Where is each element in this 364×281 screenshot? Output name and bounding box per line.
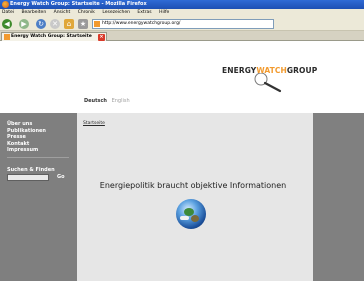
window-title: Energy Watch Group: Startseite - Mozilla… [10,1,147,7]
back-arrow-icon[interactable]: ◀ [2,19,12,29]
sidebar-item-impressum[interactable]: Impressum [7,147,46,154]
sidebar-menu: Über uns Publikationen Presse Kontakt Im… [7,121,46,154]
globe-land-shape [191,215,199,222]
right-sidebar [313,113,364,281]
language-deutsch[interactable]: Deutsch [84,98,107,104]
tab-favicon-icon [4,34,10,40]
logo-suffix: GROUP [286,66,318,75]
home-icon[interactable]: ⌂ [64,19,74,29]
tab-startseite[interactable]: Energy Watch Group: Startseite × [1,32,107,41]
close-tab-icon[interactable]: × [98,34,105,41]
sidebar-divider [7,157,69,158]
navigation-toolbar: ◀ ▶ ↻ ✕ ⌂ ★ http://www.energywatchgroup.… [0,17,364,31]
menu-hilfe[interactable]: Hilfe [159,10,169,15]
menu-ansicht[interactable]: Ansicht [54,10,71,15]
language-english[interactable]: English [112,98,130,104]
site-favicon-icon [94,21,100,27]
main-content: Startseite Energiepolitik braucht objekt… [77,113,313,281]
menu-bar: Datei Bearbeiten Ansicht Chronik Lesezei… [0,9,364,17]
menu-datei[interactable]: Datei [2,10,14,15]
menu-bearbeiten[interactable]: Bearbeiten [21,10,46,15]
url-bar[interactable]: http://www.energywatchgroup.org/ [92,19,274,29]
search-go-button[interactable]: Go [57,174,65,180]
earth-globe-icon [176,199,206,229]
tab-label: Energy Watch Group: Startseite [11,34,92,39]
bookmark-icon[interactable]: ★ [78,19,88,29]
page-headline: Energiepolitik braucht objektive Informa… [99,181,287,190]
url-text: http://www.energywatchgroup.org/ [102,21,181,26]
firefox-icon [2,1,9,8]
forward-arrow-icon[interactable]: ▶ [19,19,29,29]
search-input[interactable] [7,174,49,181]
search-title: Suchen & Finden [7,167,55,173]
language-switcher: Deutsch English [84,98,130,104]
globe-cloud-shape [180,216,189,220]
menu-lesezeichen[interactable]: Lesezeichen [102,10,130,15]
sidebar: Über uns Publikationen Presse Kontakt Im… [0,113,77,281]
magnifier-logo-icon [254,73,282,93]
menu-chronik[interactable]: Chronik [78,10,95,15]
web-page: ENERGYWATCHGROUP Deutsch English Über un… [0,41,364,281]
tab-bar: Energy Watch Group: Startseite × [0,31,364,41]
window-title-bar: Energy Watch Group: Startseite - Mozilla… [0,0,364,9]
menu-extras[interactable]: Extras [137,10,151,15]
logo-prefix: ENERGY [222,66,257,75]
stop-icon[interactable]: ✕ [50,19,60,29]
reload-icon[interactable]: ↻ [36,19,46,29]
breadcrumb[interactable]: Startseite [83,121,105,126]
